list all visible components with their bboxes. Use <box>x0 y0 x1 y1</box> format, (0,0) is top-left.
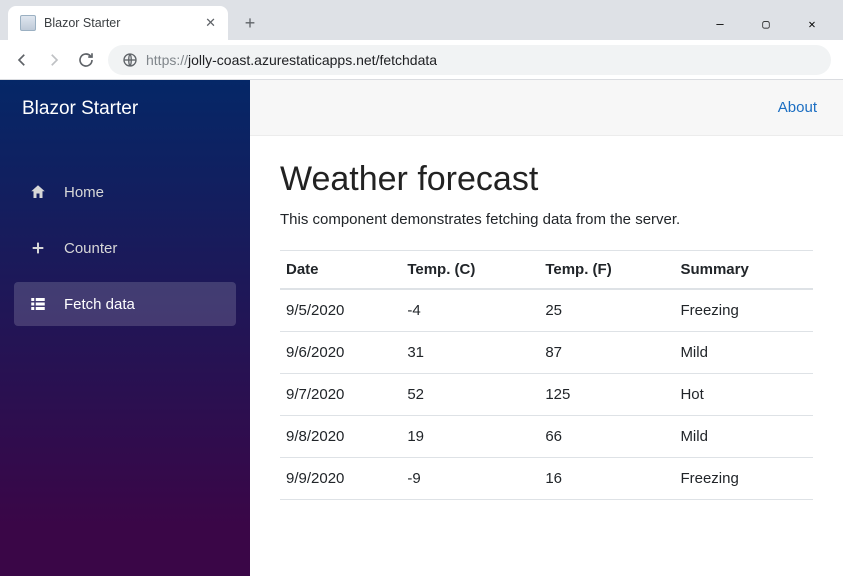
cell-tc: 31 <box>401 332 539 374</box>
col-summary: Summary <box>674 251 813 290</box>
browser-toolbar: https://jolly-coast.azurestaticapps.net/… <box>0 40 843 80</box>
cell-date: 9/8/2020 <box>280 416 401 458</box>
cell-summary: Freezing <box>674 289 813 332</box>
window-close-button[interactable]: ✕ <box>789 8 835 40</box>
home-icon <box>28 182 48 202</box>
cell-summary: Freezing <box>674 458 813 500</box>
cell-date: 9/6/2020 <box>280 332 401 374</box>
cell-summary: Mild <box>674 332 813 374</box>
address-bar-url: https://jolly-coast.azurestaticapps.net/… <box>146 52 437 68</box>
table-row: 9/6/20203187Mild <box>280 332 813 374</box>
topbar: About <box>250 80 843 136</box>
sidebar-item-home[interactable]: Home <box>14 170 236 214</box>
forward-button[interactable] <box>44 50 64 70</box>
window-minimize-button[interactable]: — <box>697 8 743 40</box>
sidebar-item-fetch-data[interactable]: Fetch data <box>14 282 236 326</box>
table-row: 9/8/20201966Mild <box>280 416 813 458</box>
col-temp-c: Temp. (C) <box>401 251 539 290</box>
sidebar-item-label: Home <box>64 184 104 201</box>
sidebar-item-label: Counter <box>64 240 117 257</box>
browser-tab[interactable]: Blazor Starter ✕ <box>8 6 228 40</box>
new-tab-button[interactable]: + <box>236 9 264 37</box>
sidebar-item-counter[interactable]: Counter <box>14 226 236 270</box>
back-button[interactable] <box>12 50 32 70</box>
forecast-table: Date Temp. (C) Temp. (F) Summary 9/5/202… <box>280 250 813 500</box>
cell-tf: 16 <box>539 458 674 500</box>
window-maximize-button[interactable]: ▢ <box>743 8 789 40</box>
table-row: 9/7/202052125Hot <box>280 374 813 416</box>
url-host-path: jolly-coast.azurestaticapps.net/fetchdat… <box>188 52 437 68</box>
cell-tf: 66 <box>539 416 674 458</box>
page-title: Weather forecast <box>280 160 813 199</box>
main-content: Weather forecast This component demonstr… <box>250 136 843 524</box>
table-row: 9/9/2020-916Freezing <box>280 458 813 500</box>
cell-tc: 19 <box>401 416 539 458</box>
cell-summary: Hot <box>674 374 813 416</box>
cell-tf: 87 <box>539 332 674 374</box>
cell-date: 9/9/2020 <box>280 458 401 500</box>
browser-chrome: Blazor Starter ✕ + — ▢ ✕ https://jolly-c… <box>0 0 843 80</box>
cell-tc: -4 <box>401 289 539 332</box>
sidebar: Blazor Starter Home Counter Fetch data <box>0 80 250 576</box>
table-header-row: Date Temp. (C) Temp. (F) Summary <box>280 251 813 290</box>
reload-button[interactable] <box>76 50 96 70</box>
close-icon[interactable]: ✕ <box>205 15 216 31</box>
window-controls: — ▢ ✕ <box>697 8 835 40</box>
page-lead: This component demonstrates fetching dat… <box>280 211 813 228</box>
cell-date: 9/5/2020 <box>280 289 401 332</box>
url-scheme: https:// <box>146 52 188 68</box>
tab-favicon <box>20 15 36 31</box>
col-temp-f: Temp. (F) <box>539 251 674 290</box>
plus-icon <box>28 238 48 258</box>
sidebar-nav: Home Counter Fetch data <box>0 164 250 332</box>
cell-tc: -9 <box>401 458 539 500</box>
list-icon <box>28 294 48 314</box>
cell-tf: 125 <box>539 374 674 416</box>
tab-title: Blazor Starter <box>44 16 197 30</box>
app: Blazor Starter Home Counter Fetch data <box>0 80 843 576</box>
page: About Weather forecast This component de… <box>250 80 843 576</box>
tab-strip: Blazor Starter ✕ + — ▢ ✕ <box>0 0 843 40</box>
about-link[interactable]: About <box>778 99 817 116</box>
cell-summary: Mild <box>674 416 813 458</box>
table-row: 9/5/2020-425Freezing <box>280 289 813 332</box>
sidebar-item-label: Fetch data <box>64 296 135 313</box>
col-date: Date <box>280 251 401 290</box>
cell-tf: 25 <box>539 289 674 332</box>
address-bar[interactable]: https://jolly-coast.azurestaticapps.net/… <box>108 45 831 75</box>
sidebar-brand[interactable]: Blazor Starter <box>0 80 250 140</box>
site-info-icon[interactable] <box>122 52 138 68</box>
cell-date: 9/7/2020 <box>280 374 401 416</box>
cell-tc: 52 <box>401 374 539 416</box>
